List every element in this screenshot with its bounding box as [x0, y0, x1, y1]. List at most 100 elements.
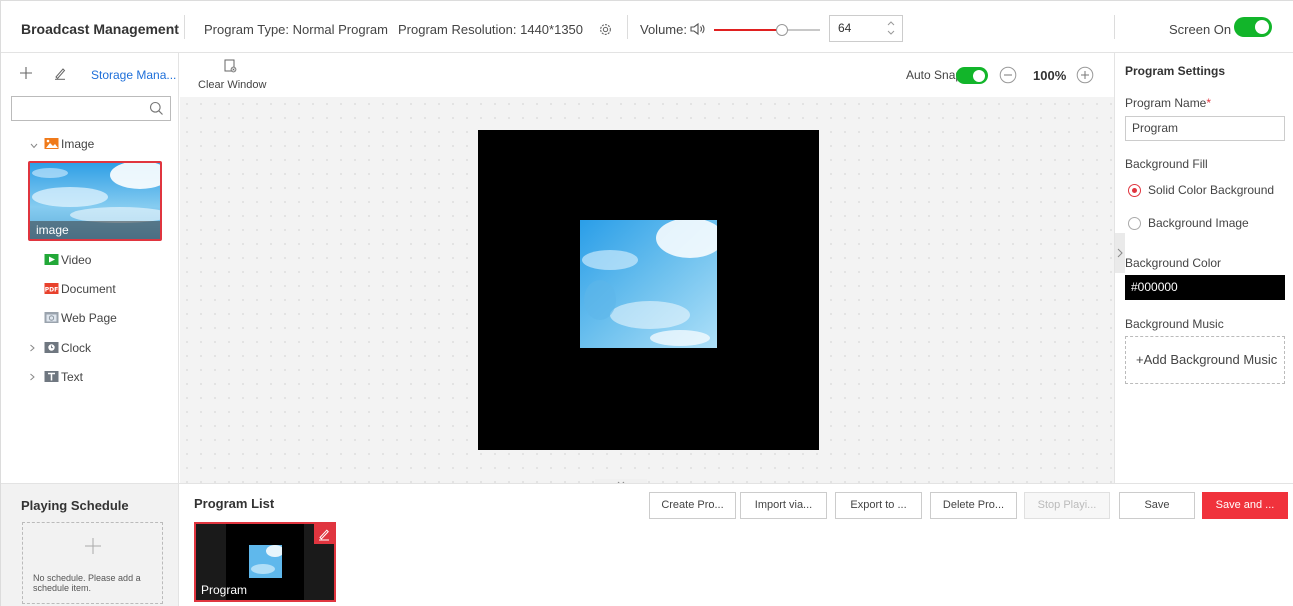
clear-window-button[interactable]: Clear Window: [198, 79, 266, 91]
program-card-name: Program: [201, 583, 248, 597]
import-via-button[interactable]: Import via...: [740, 492, 827, 519]
background-fill-label: Background Fill: [1125, 157, 1208, 171]
program-resolution: Program Resolution: 1440*1350: [398, 22, 584, 37]
save-and-button[interactable]: Save and ...: [1202, 492, 1288, 519]
video-icon: [44, 254, 59, 265]
program-card-preview: [249, 545, 282, 578]
collapse-settings-handle[interactable]: [1115, 233, 1125, 273]
screen-on-label: Screen On: [1169, 22, 1232, 37]
edit-program-button[interactable]: [314, 524, 334, 544]
stage-image-window[interactable]: [580, 220, 717, 348]
background-color-input[interactable]: #000000: [1125, 275, 1285, 300]
tree-label-text: Text: [61, 370, 84, 384]
spinner-icon[interactable]: [886, 19, 896, 37]
storage-management-link[interactable]: Storage Mana...: [91, 68, 176, 82]
no-schedule-message: No schedule. Please add a schedule item.: [33, 573, 141, 593]
editing-canvas[interactable]: [180, 97, 1114, 490]
stop-playing-button[interactable]: Stop Playi...: [1024, 492, 1110, 519]
media-library-panel: Storage Mana... Image image Video PDF Do…: [1, 53, 179, 483]
add-background-music-button[interactable]: +Add Background Music: [1125, 336, 1285, 384]
gear-icon[interactable]: [598, 22, 613, 37]
bottom-panel: Playing Schedule No schedule. Please add…: [1, 483, 1293, 606]
pencil-icon[interactable]: [53, 66, 67, 80]
volume-label: Volume:: [640, 22, 687, 37]
volume-value: 64: [838, 21, 852, 35]
clear-window-icon[interactable]: [224, 59, 237, 73]
divider: [184, 15, 185, 39]
image-folder-icon: [44, 138, 59, 149]
zoom-out-icon[interactable]: [999, 66, 1017, 84]
zoom-in-icon[interactable]: [1076, 66, 1094, 84]
program-card[interactable]: Program: [194, 522, 336, 602]
tree-item-document[interactable]: PDF Document: [1, 280, 179, 300]
volume-slider-thumb[interactable]: [776, 24, 788, 36]
toggle-knob: [1255, 20, 1269, 34]
settings-title: Program Settings: [1125, 64, 1226, 78]
clock-icon: [44, 342, 59, 353]
delete-program-button[interactable]: Delete Pro...: [930, 492, 1017, 519]
page-title: Broadcast Management: [21, 21, 179, 37]
media-thumbnail-image[interactable]: image: [28, 161, 162, 241]
radio-background-image[interactable]: [1128, 217, 1141, 230]
toggle-knob: [973, 69, 985, 82]
plus-icon[interactable]: [19, 66, 33, 80]
chevron-right-icon[interactable]: [27, 343, 37, 353]
add-background-music-label: +Add Background Music: [1136, 352, 1278, 367]
search-icon[interactable]: [149, 101, 164, 116]
background-music-label: Background Music: [1125, 317, 1224, 331]
tree-label-clock: Clock: [61, 341, 92, 355]
tree-label-image: Image: [61, 137, 95, 151]
sky-image: [580, 220, 717, 348]
chevron-right-icon: [1117, 248, 1123, 258]
auto-snap-toggle[interactable]: [956, 67, 988, 84]
tree-item-video[interactable]: Video: [1, 251, 179, 271]
save-button[interactable]: Save: [1119, 492, 1195, 519]
radio-background-image-label[interactable]: Background Image: [1148, 216, 1249, 230]
playing-schedule-title: Playing Schedule: [21, 498, 129, 513]
divider: [1114, 15, 1115, 39]
required-mark: *: [1206, 96, 1212, 110]
volume-track-filled: [714, 29, 782, 31]
playing-schedule-panel: Playing Schedule No schedule. Please add…: [1, 484, 179, 606]
zoom-level: 100%: [1033, 68, 1067, 83]
tree-item-clock[interactable]: Clock: [1, 339, 179, 359]
tree-item-web-page[interactable]: Web Page: [1, 309, 179, 329]
volume-input[interactable]: 64: [829, 15, 903, 42]
create-program-button[interactable]: Create Pro...: [649, 492, 736, 519]
tree-item-image[interactable]: Image: [1, 135, 179, 155]
screen-on-toggle[interactable]: [1234, 17, 1272, 37]
program-name-label-text: Program Name: [1125, 96, 1207, 110]
radio-solid-color-label[interactable]: Solid Color Background: [1148, 183, 1274, 197]
program-settings-panel: Program Settings Program Name* Program B…: [1114, 53, 1293, 483]
broadcast-management-window: Broadcast Management Program Type: Norma…: [0, 0, 1293, 606]
speaker-icon[interactable]: [690, 22, 706, 36]
tree-label-web-page: Web Page: [61, 311, 117, 325]
top-bar: Broadcast Management Program Type: Norma…: [1, 1, 1293, 53]
text-icon: [44, 371, 59, 382]
tree-label-video: Video: [61, 253, 92, 267]
volume-slider[interactable]: [714, 24, 820, 36]
chevron-down-icon[interactable]: [29, 141, 39, 151]
program-name-label: Program Name*: [1125, 96, 1211, 110]
program-name-input[interactable]: Program: [1125, 116, 1285, 141]
edit-icon: [319, 529, 329, 541]
thumbnail-caption: image: [36, 223, 69, 237]
media-search-input[interactable]: [11, 96, 171, 121]
tree-label-document: Document: [61, 282, 116, 296]
program-type: Program Type: Normal Program: [204, 22, 388, 37]
radio-solid-color[interactable]: [1128, 184, 1141, 197]
divider: [627, 15, 628, 39]
background-color-label: Background Color: [1125, 256, 1222, 270]
tree-item-text[interactable]: Text: [1, 368, 179, 388]
web-page-icon: [44, 312, 59, 323]
plus-icon[interactable]: [84, 537, 102, 555]
pdf-icon: PDF: [44, 283, 59, 294]
thumbnail-caption-bar: image: [30, 221, 160, 239]
program-stage[interactable]: [478, 130, 819, 450]
export-to-button[interactable]: Export to ...: [835, 492, 922, 519]
auto-snap-label: Auto Snap: [906, 68, 963, 82]
chevron-right-icon[interactable]: [27, 372, 37, 382]
sky-image: [249, 545, 282, 578]
add-schedule-area[interactable]: No schedule. Please add a schedule item.: [22, 522, 163, 604]
program-list-title: Program List: [194, 496, 275, 511]
